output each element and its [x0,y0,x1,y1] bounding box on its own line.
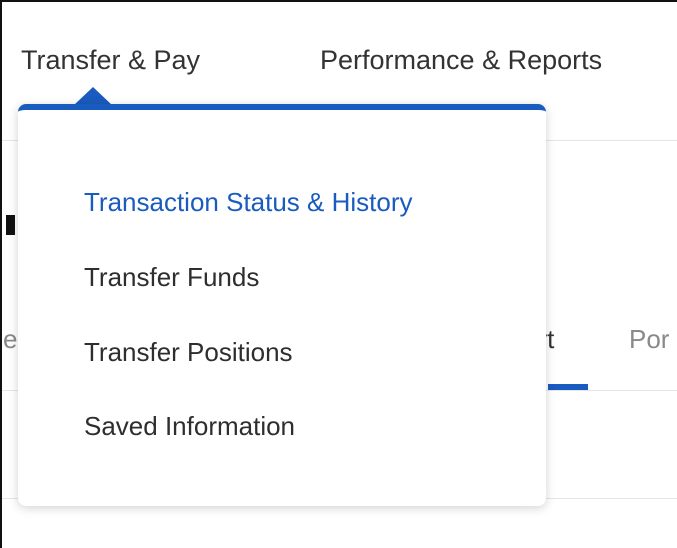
transfer-and-pay-dropdown-menu: Transaction Status & History Transfer Fu… [18,104,546,506]
background-tab-next[interactable]: Por [629,322,669,356]
background-tab-left[interactable]: e [3,322,17,356]
menu-item-transfer-funds[interactable]: Transfer Funds [84,260,259,294]
nav-item-transfer-and-pay[interactable]: Transfer & Pay [21,42,200,78]
menu-item-transfer-positions[interactable]: Transfer Positions [84,335,293,369]
menu-item-transaction-status-history[interactable]: Transaction Status & History [84,185,413,219]
nav-item-performance-and-reports[interactable]: Performance & Reports [320,42,602,78]
background-heading-glyph [6,215,15,235]
dropdown-caret-icon [74,87,112,105]
menu-item-saved-information[interactable]: Saved Information [84,409,295,443]
